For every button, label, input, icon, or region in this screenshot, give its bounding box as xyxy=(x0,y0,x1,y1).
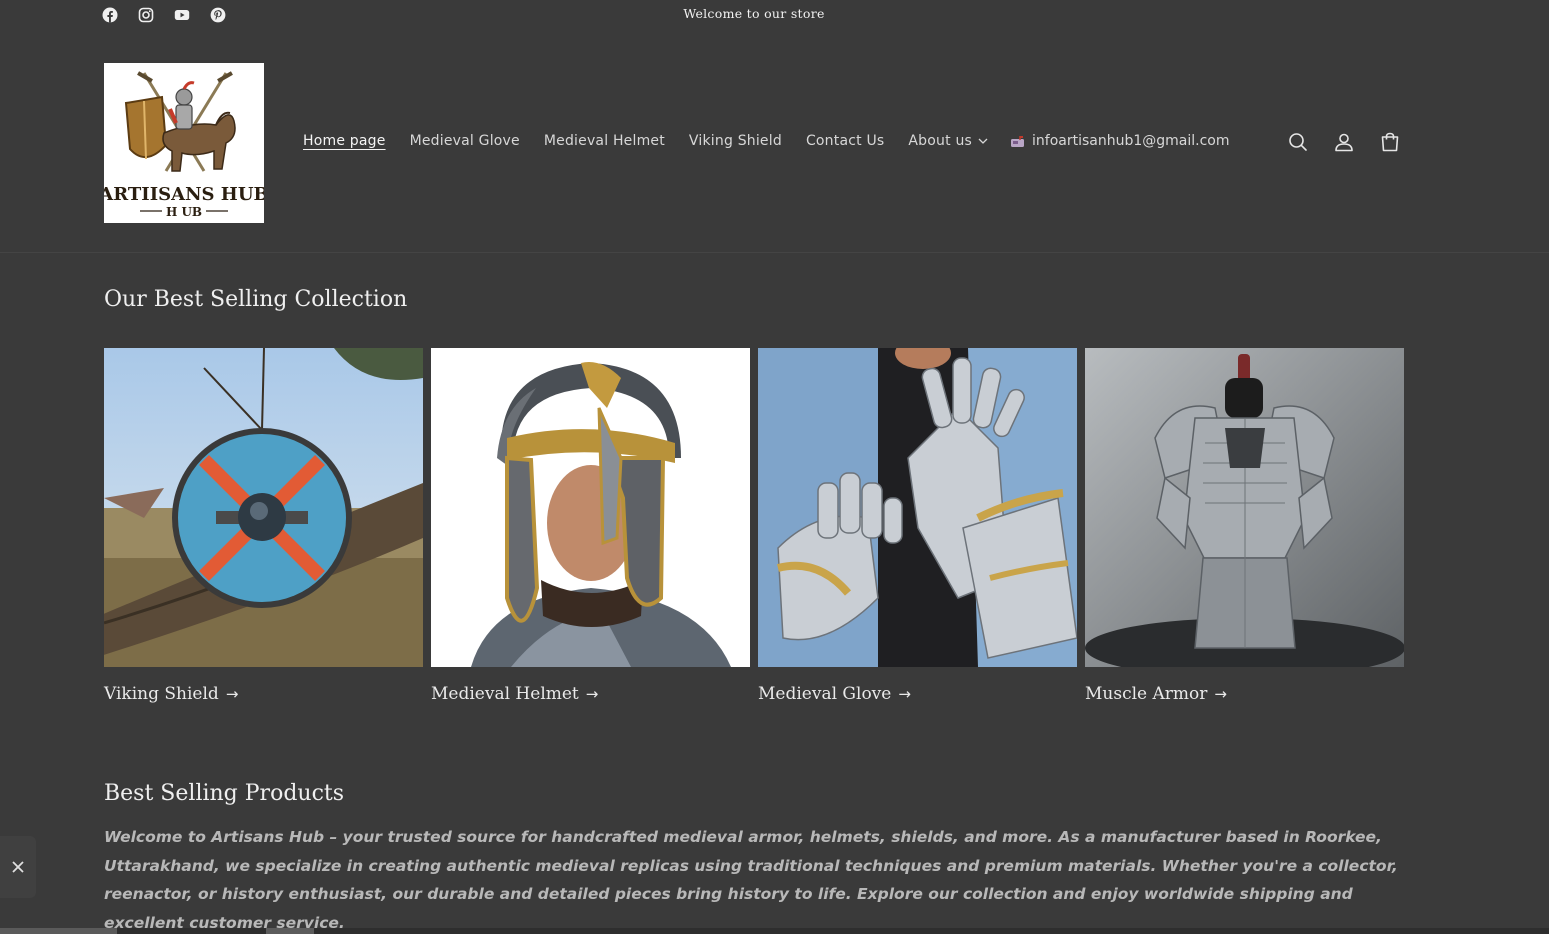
viking-shield-image[interactable] xyxy=(104,348,423,667)
collection-card-medieval-glove[interactable]: Medieval Glove → xyxy=(758,348,1077,704)
collection-card-label: Viking Shield xyxy=(104,684,219,704)
collection-card-medieval-helmet[interactable]: Medieval Helmet → xyxy=(431,348,750,704)
knight-logo-image: ARTIISANS HUB H UB xyxy=(104,63,264,223)
cart-icon[interactable] xyxy=(1378,130,1402,154)
email-address: infoartisanhub1@gmail.com xyxy=(1032,133,1230,149)
medieval-glove-image[interactable] xyxy=(758,348,1077,667)
collection-card-link[interactable]: Muscle Armor → xyxy=(1085,684,1404,704)
arrow-right-icon: → xyxy=(898,685,911,703)
nav-about-us[interactable]: About us xyxy=(908,133,988,149)
strip-segment xyxy=(266,928,314,934)
muscle-armor-image[interactable] xyxy=(1085,348,1404,667)
header-divider xyxy=(0,252,1549,253)
collection-card-muscle-armor[interactable]: Muscle Armor → xyxy=(1085,348,1404,704)
arrow-right-icon: → xyxy=(585,685,599,703)
nav-contact-us[interactable]: Contact Us xyxy=(806,133,884,149)
announcement-bar: Welcome to our store xyxy=(0,0,1549,30)
collection-card-link[interactable]: Medieval Helmet → xyxy=(431,684,750,704)
bottom-scroll-strip xyxy=(0,928,1549,934)
account-icon[interactable] xyxy=(1332,130,1356,154)
nav-viking-shield[interactable]: Viking Shield xyxy=(689,133,782,149)
mailbox-icon xyxy=(1011,135,1025,147)
nav-medieval-helmet[interactable]: Medieval Helmet xyxy=(544,133,665,149)
chevron-down-icon xyxy=(978,138,988,144)
nav-email[interactable]: infoartisanhub1@gmail.com xyxy=(1010,133,1230,149)
logo-text: ARTIISANS HUB xyxy=(104,184,264,205)
products-description: Welcome to Artisans Hub – your trusted s… xyxy=(104,828,1398,932)
collection-card-label: Muscle Armor xyxy=(1085,684,1208,704)
announcement-text: Welcome to our store xyxy=(683,6,825,21)
search-icon[interactable] xyxy=(1286,130,1310,154)
collection-card-link[interactable]: Medieval Glove → xyxy=(758,684,1077,704)
arrow-right-icon: → xyxy=(1214,685,1227,703)
logo-subtext: H UB xyxy=(166,205,202,219)
store-logo[interactable]: ARTIISANS HUB H UB xyxy=(104,63,264,223)
medieval-helmet-image[interactable] xyxy=(431,348,750,667)
collection-title: Our Best Selling Collection xyxy=(104,287,408,312)
arrow-right-icon: → xyxy=(225,685,239,703)
collection-card-label: Medieval Glove xyxy=(758,684,892,704)
collection-grid: Viking Shield → Medieval Helmet → Mediev… xyxy=(104,348,1404,704)
nav-medieval-glove[interactable]: Medieval Glove xyxy=(410,133,520,149)
products-title: Best Selling Products xyxy=(104,781,345,806)
nav-home-page[interactable]: Home page xyxy=(303,133,386,149)
nav-about-us-label: About us xyxy=(908,133,973,149)
header-actions xyxy=(1286,130,1402,154)
main-nav: Home page Medieval Glove Medieval Helmet… xyxy=(303,133,1230,149)
collection-card-link[interactable]: Viking Shield → xyxy=(104,684,423,704)
strip-segment xyxy=(0,928,117,934)
collection-card-label: Medieval Helmet xyxy=(431,684,579,704)
collection-card-viking-shield[interactable]: Viking Shield → xyxy=(104,348,423,704)
close-icon xyxy=(12,861,24,873)
close-popup-button[interactable] xyxy=(0,836,36,898)
